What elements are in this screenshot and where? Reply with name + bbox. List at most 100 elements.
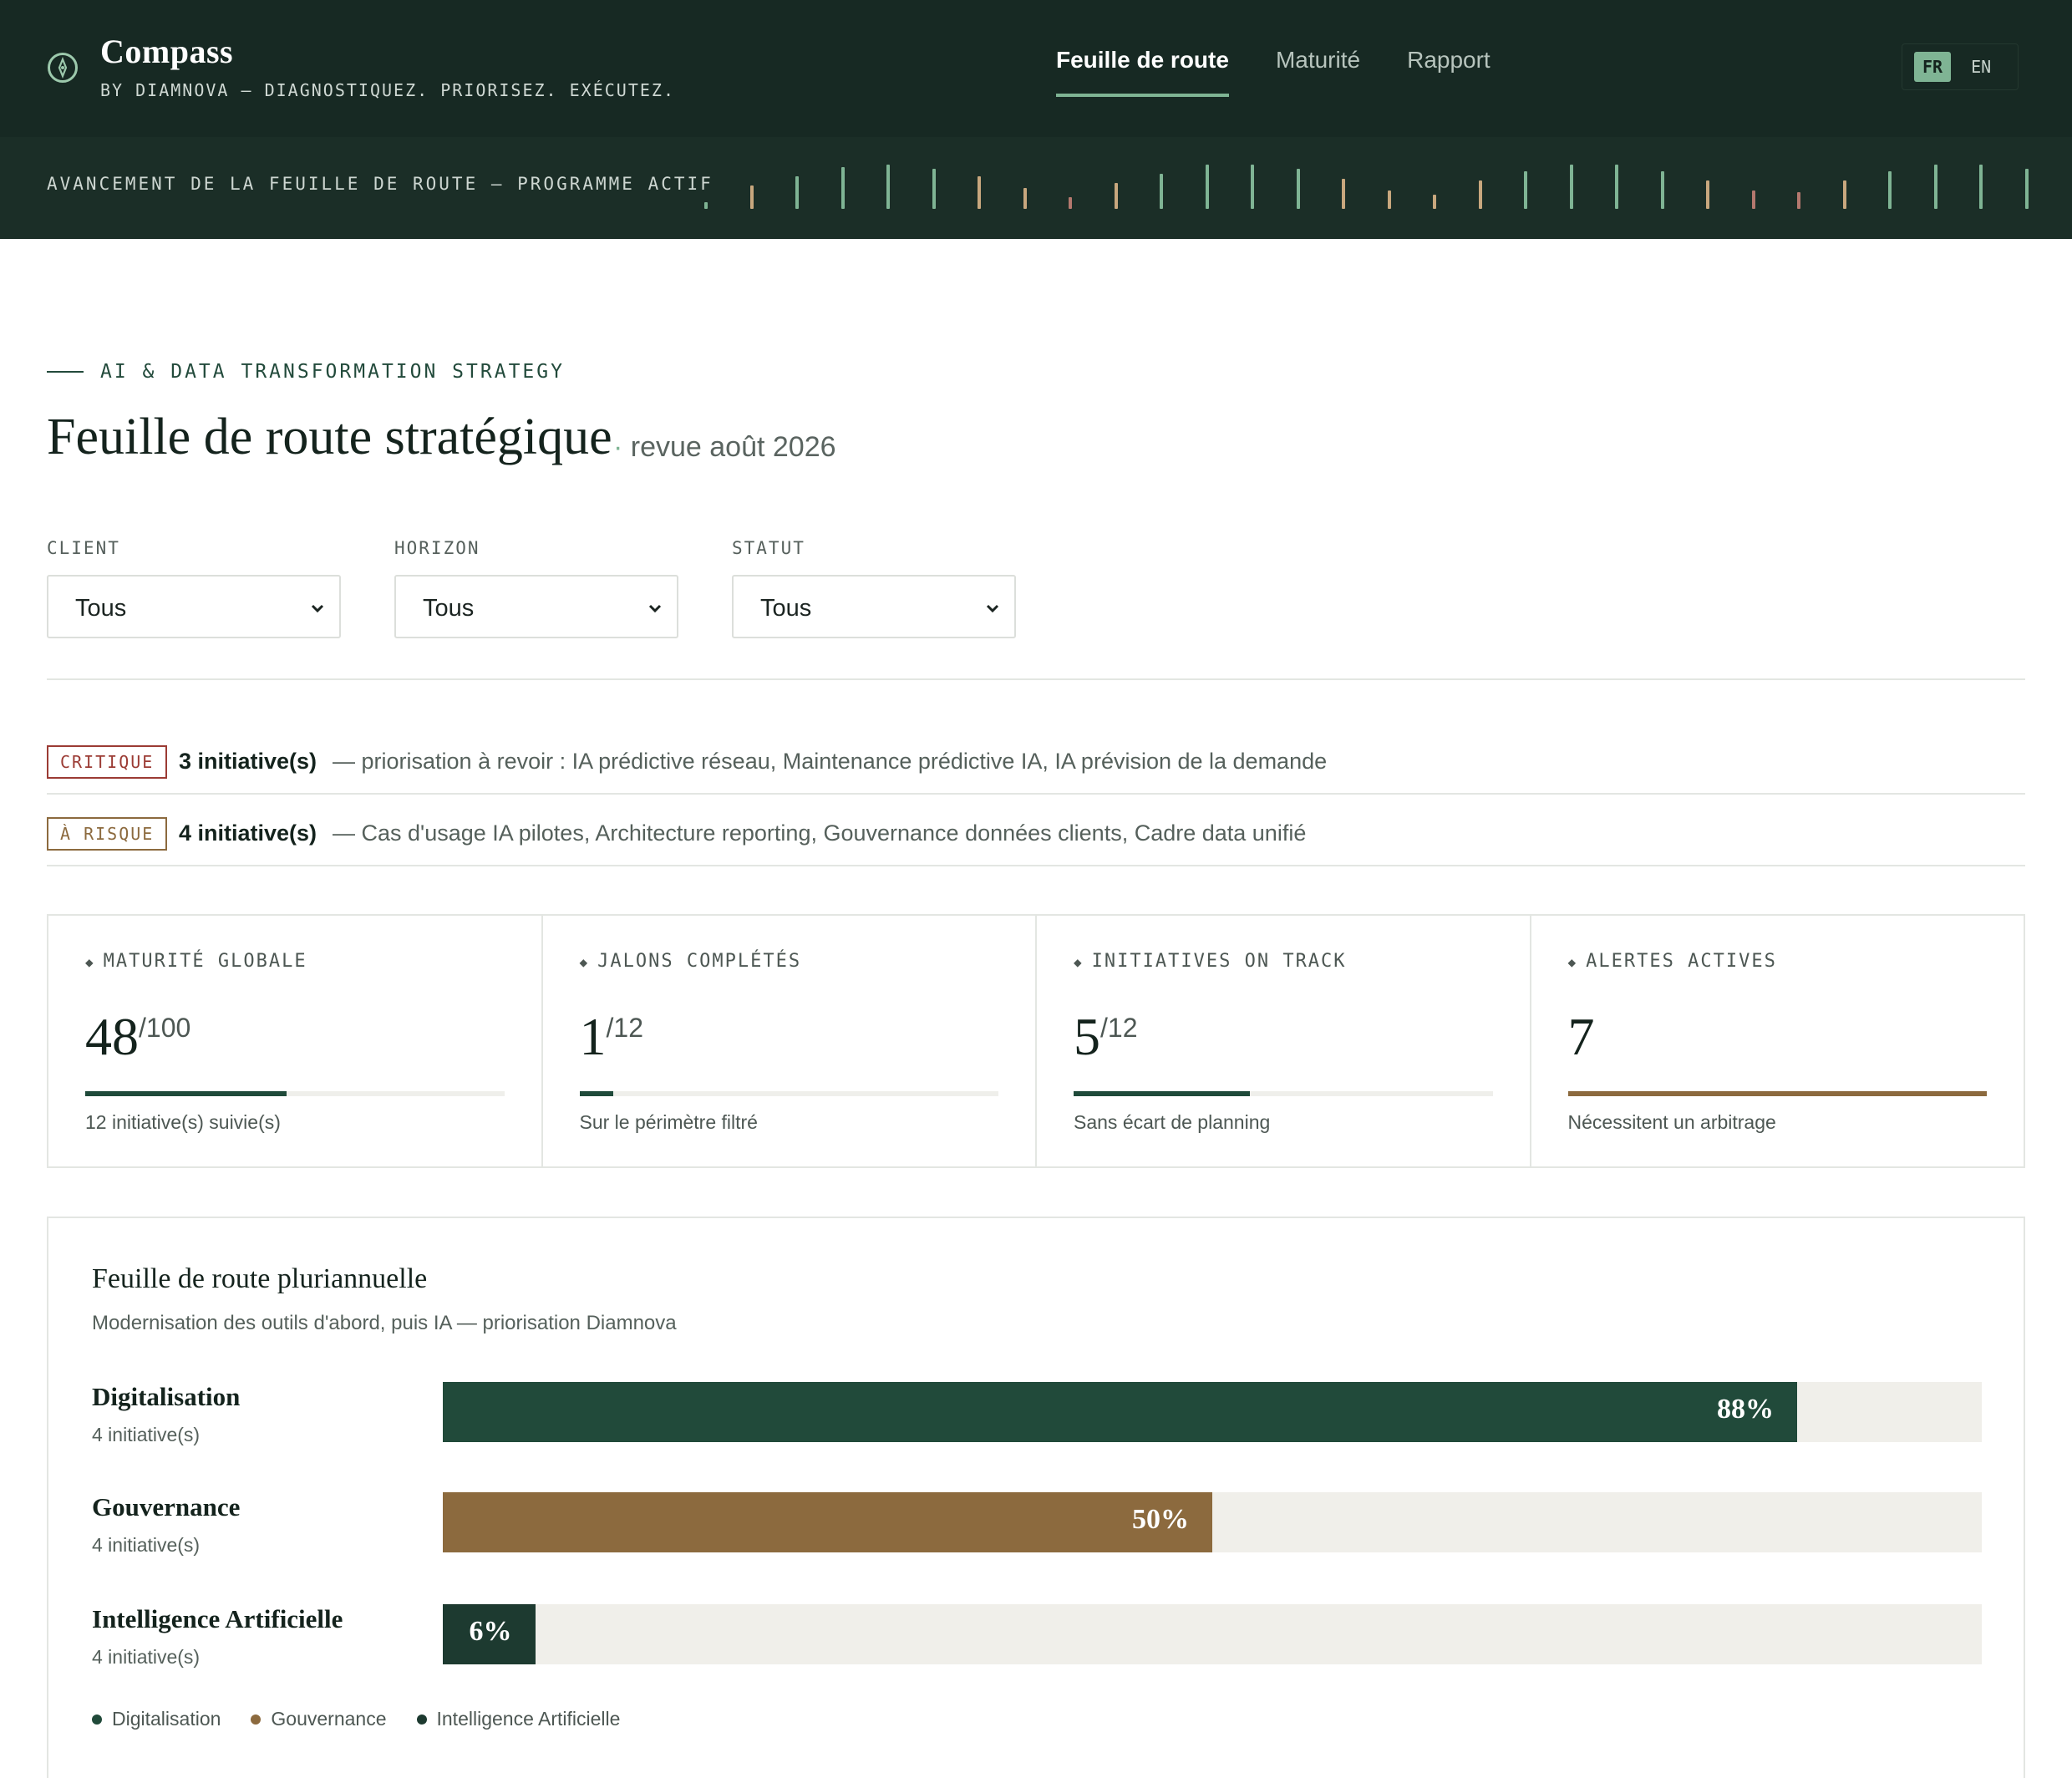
lang-fr-button[interactable]: FR bbox=[1914, 52, 1952, 82]
tab-rapport[interactable]: Rapport bbox=[1407, 47, 1491, 97]
kpi-progress-fill bbox=[579, 1091, 613, 1096]
progress-tick bbox=[2025, 169, 2029, 209]
progress-tick bbox=[1297, 169, 1300, 209]
kpi-alertes-actives: ◆ ALERTES ACTIVES 7 Nécessitent un arbitr… bbox=[1531, 916, 2024, 1166]
progress-tick bbox=[1388, 190, 1391, 209]
brand-tagline: BY DIAMNOVA — DIAGNOSTIQUEZ. PRIORISEZ. … bbox=[100, 80, 676, 100]
alert-text: — priorisation à revoir : IA prédictive … bbox=[333, 749, 1328, 774]
progress-tick bbox=[1524, 171, 1527, 209]
kpi-initiatives-on-track: ◆ INITIATIVES ON TRACK 5/12 Sans écart de… bbox=[1037, 916, 1531, 1166]
page-subtitle: · revue août 2026 bbox=[613, 431, 836, 464]
progress-tick bbox=[1615, 165, 1618, 209]
progress-tick bbox=[1160, 174, 1163, 209]
client-select[interactable]: Tous bbox=[47, 575, 341, 638]
diamond-icon: ◆ bbox=[579, 954, 590, 970]
compass-icon bbox=[48, 53, 78, 83]
progress-tick bbox=[704, 202, 708, 209]
diamond-icon: ◆ bbox=[1567, 954, 1578, 970]
row-progress-fill: 6% bbox=[443, 1604, 536, 1664]
kpi-progress-fill bbox=[1567, 1091, 1987, 1096]
progress-tick bbox=[1251, 165, 1254, 209]
tab-maturite[interactable]: Maturité bbox=[1276, 47, 1360, 97]
kpi-footnote: Sur le périmètre filtré bbox=[579, 1111, 758, 1133]
row-name: Intelligence Artificielle bbox=[92, 1604, 343, 1633]
kpi-label: ◆ INITIATIVES ON TRACK bbox=[1074, 951, 1347, 972]
diamond-icon: ◆ bbox=[85, 954, 95, 970]
kpi-footnote: Sans écart de planning bbox=[1074, 1111, 1271, 1133]
main-nav: Feuille de route Maturité Rapport bbox=[1056, 47, 1491, 97]
progress-tick bbox=[1069, 197, 1072, 209]
kpi-progress-bar bbox=[1567, 1091, 1987, 1096]
progress-tick bbox=[932, 169, 936, 209]
kpi-value: 48/100 bbox=[85, 1007, 191, 1066]
progress-tick bbox=[1342, 179, 1345, 209]
kpi-cards: ◆ MATURITÉ GLOBALE 48/100 12 initiative(s… bbox=[47, 914, 2025, 1168]
progress-tick bbox=[1115, 183, 1118, 209]
progress-tick bbox=[886, 165, 890, 209]
progress-tick bbox=[1023, 188, 1027, 209]
page-title: Feuille de route stratégique bbox=[47, 409, 612, 465]
kpi-footnote: 12 initiative(s) suivie(s) bbox=[85, 1111, 281, 1133]
legend-dot bbox=[251, 1714, 262, 1725]
progress-tick bbox=[1661, 171, 1664, 209]
horizon-select[interactable]: Tous bbox=[394, 575, 678, 638]
roadmap-row-intelligence-artificielle[interactable]: Intelligence Artificielle 4 initiative(s… bbox=[92, 1604, 1983, 1688]
kpi-progress-fill bbox=[1074, 1091, 1250, 1096]
kpi-value: 7 bbox=[1567, 1007, 1595, 1066]
filter-statut: STATUT Tous bbox=[732, 538, 1016, 638]
progress-tick bbox=[1888, 171, 1892, 209]
alert-critique: CRITIQUE 3 initiative(s) — priorisation … bbox=[47, 724, 2025, 795]
progress-tick bbox=[1843, 180, 1846, 209]
roadmap-row-digitalisation[interactable]: Digitalisation 4 initiative(s) 88% bbox=[92, 1382, 1983, 1466]
tab-feuille-de-route[interactable]: Feuille de route bbox=[1056, 47, 1229, 97]
row-progress-track: 50% bbox=[443, 1492, 1982, 1552]
alert-divider bbox=[47, 865, 2025, 866]
eyebrow-rule bbox=[47, 371, 84, 373]
roadmap-legend: Digitalisation Gouvernance Intelligence … bbox=[92, 1708, 620, 1730]
row-count: 4 initiative(s) bbox=[92, 1646, 201, 1668]
alert-a-risque: À RISQUE 4 initiative(s) — Cas d'usage I… bbox=[47, 795, 2025, 867]
language-switcher: FR EN bbox=[1902, 43, 2019, 90]
progress-tick bbox=[1206, 165, 1209, 209]
legend-dot bbox=[416, 1714, 427, 1725]
chevron-down-icon bbox=[311, 604, 324, 613]
eyebrow-text: AI & DATA TRANSFORMATION STRATEGY bbox=[100, 361, 565, 383]
progress-tick bbox=[1752, 190, 1755, 209]
filter-client-label: CLIENT bbox=[47, 538, 120, 558]
row-percent: 6% bbox=[469, 1616, 512, 1647]
progress-tick bbox=[841, 167, 845, 209]
roadmap-progress-strip: AVANCEMENT DE LA FEUILLE DE ROUTE — PROG… bbox=[0, 137, 2072, 239]
legend-item[interactable]: Gouvernance bbox=[251, 1708, 387, 1730]
row-count: 4 initiative(s) bbox=[92, 1534, 201, 1556]
kpi-label: ◆ ALERTES ACTIVES bbox=[1567, 951, 1777, 972]
subtitle-separator: · bbox=[613, 431, 623, 463]
row-progress-track: 88% bbox=[443, 1382, 1982, 1442]
statut-select-value: Tous bbox=[760, 595, 812, 622]
progress-tick bbox=[795, 176, 799, 209]
statut-select[interactable]: Tous bbox=[732, 575, 1016, 638]
kpi-progress-bar bbox=[85, 1091, 505, 1096]
subtitle-text: revue août 2026 bbox=[630, 431, 836, 463]
filter-client: CLIENT Tous bbox=[47, 538, 341, 638]
kpi-footnote: Nécessitent un arbitrage bbox=[1567, 1111, 1776, 1133]
legend-item[interactable]: Digitalisation bbox=[92, 1708, 221, 1730]
row-percent: 50% bbox=[1132, 1504, 1189, 1535]
brand-name[interactable]: Compass bbox=[100, 32, 233, 71]
kpi-progress-fill bbox=[85, 1091, 287, 1096]
roadmap-row-gouvernance[interactable]: Gouvernance 4 initiative(s) 50% bbox=[92, 1492, 1983, 1576]
legend-item[interactable]: Intelligence Artificielle bbox=[416, 1708, 620, 1730]
eyebrow: AI & DATA TRANSFORMATION STRATEGY bbox=[47, 361, 565, 383]
kpi-maturite-globale: ◆ MATURITÉ GLOBALE 48/100 12 initiative(s… bbox=[48, 916, 543, 1166]
row-percent: 88% bbox=[1716, 1394, 1774, 1425]
filter-horizon-label: HORIZON bbox=[394, 538, 480, 558]
kpi-value: 5/12 bbox=[1074, 1007, 1138, 1066]
lang-en-button[interactable]: EN bbox=[1963, 52, 1999, 82]
progress-tick bbox=[1934, 165, 1937, 209]
row-count: 4 initiative(s) bbox=[92, 1424, 201, 1445]
roadmap-subtitle: Modernisation des outils d'abord, puis I… bbox=[92, 1312, 677, 1334]
progress-tick bbox=[1797, 192, 1800, 209]
roadmap-title: Feuille de route pluriannuelle bbox=[92, 1263, 428, 1294]
roadmap-card: Feuille de route pluriannuelle Modernisa… bbox=[47, 1217, 2025, 1778]
kpi-progress-bar bbox=[1074, 1091, 1493, 1096]
client-select-value: Tous bbox=[75, 595, 127, 622]
